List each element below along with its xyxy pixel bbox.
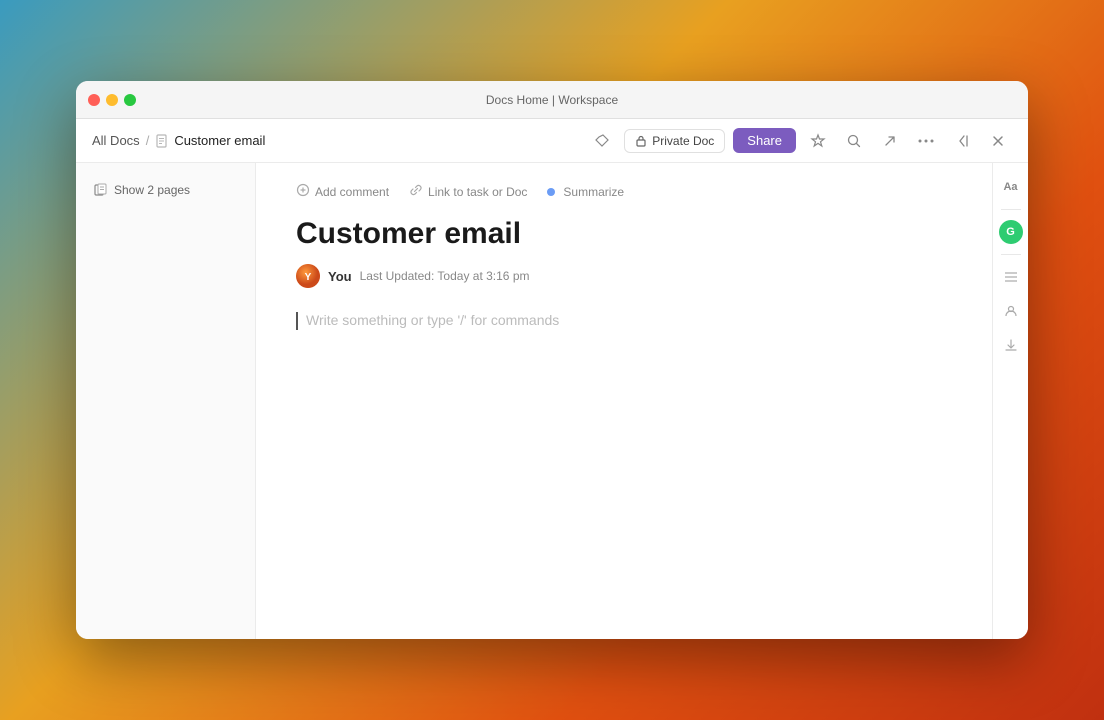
- editor-wrapper: Add comment Link to task or Doc: [256, 163, 992, 639]
- comment-icon: [296, 183, 310, 200]
- private-doc-button[interactable]: Private Doc: [624, 129, 725, 153]
- right-sidebar: Aa G: [992, 163, 1028, 639]
- link-task-label: Link to task or Doc: [428, 185, 527, 199]
- avatar-image: Y: [296, 264, 320, 288]
- link-icon: [409, 183, 423, 200]
- sidebar-divider-2: [1001, 254, 1021, 255]
- private-doc-label: Private Doc: [652, 134, 714, 148]
- format-button[interactable]: Aa: [997, 173, 1025, 201]
- more-button[interactable]: [912, 127, 940, 155]
- doc-icon: [155, 134, 169, 148]
- indent-button[interactable]: [997, 263, 1025, 291]
- avatar: Y: [296, 264, 320, 288]
- toolbar: All Docs / Customer email: [76, 119, 1028, 163]
- share-button[interactable]: Share: [733, 128, 796, 153]
- search-button[interactable]: [840, 127, 868, 155]
- close-window-button[interactable]: [984, 127, 1012, 155]
- action-bar: Add comment Link to task or Doc: [296, 183, 952, 200]
- close-button[interactable]: [88, 94, 100, 106]
- add-comment-label: Add comment: [315, 185, 389, 199]
- editor-cursor: [296, 312, 298, 330]
- summarize-button[interactable]: Summarize: [547, 185, 624, 199]
- toolbar-actions: Private Doc Share: [588, 127, 1012, 155]
- pages-icon: [94, 183, 108, 197]
- indent-icon: [1004, 270, 1018, 284]
- lock-icon: [635, 135, 647, 147]
- people-icon: [1004, 304, 1018, 318]
- content-area: Add comment Link to task or Doc: [256, 163, 1028, 639]
- breadcrumb-current-label: Customer email: [174, 133, 265, 148]
- star-button[interactable]: [804, 127, 832, 155]
- show-pages-button[interactable]: Show 2 pages: [88, 179, 243, 201]
- presence-label: G: [1006, 226, 1015, 238]
- svg-text:Y: Y: [305, 272, 312, 283]
- summarize-label: Summarize: [563, 185, 624, 199]
- collaborators-button[interactable]: [997, 297, 1025, 325]
- pin-button[interactable]: [588, 127, 616, 155]
- breadcrumb-separator: /: [146, 133, 150, 148]
- show-pages-label: Show 2 pages: [114, 183, 190, 197]
- breadcrumb: All Docs / Customer email: [92, 133, 265, 148]
- collapse-button[interactable]: [948, 127, 976, 155]
- app-window: Docs Home | Workspace All Docs / Custome…: [76, 81, 1028, 639]
- titlebar: Docs Home | Workspace: [76, 81, 1028, 119]
- main-layout: Show 2 pages Add comme: [76, 163, 1028, 639]
- traffic-lights: [76, 94, 136, 106]
- format-icon: Aa: [1003, 181, 1017, 193]
- editor-placeholder-text: Write something or type '/' for commands: [306, 312, 559, 328]
- minimize-button[interactable]: [106, 94, 118, 106]
- breadcrumb-current: Customer email: [155, 133, 265, 148]
- maximize-button[interactable]: [124, 94, 136, 106]
- download-button[interactable]: [997, 331, 1025, 359]
- presence-indicator: G: [999, 220, 1023, 244]
- breadcrumb-all-docs[interactable]: All Docs: [92, 133, 140, 148]
- add-comment-button[interactable]: Add comment: [296, 183, 389, 200]
- editor-content[interactable]: Write something or type '/' for commands: [296, 312, 952, 330]
- link-task-button[interactable]: Link to task or Doc: [409, 183, 527, 200]
- last-updated: Last Updated: Today at 3:16 pm: [360, 269, 530, 283]
- doc-title[interactable]: Customer email: [296, 216, 952, 252]
- author-row: Y You Last Updated: Today at 3:16 pm: [296, 264, 952, 288]
- sidebar: Show 2 pages: [76, 163, 256, 639]
- export-button[interactable]: [876, 127, 904, 155]
- window-title: Docs Home | Workspace: [486, 93, 618, 107]
- author-name: You: [328, 269, 352, 284]
- sidebar-divider-1: [1001, 209, 1021, 210]
- summarize-dot-icon: [547, 188, 555, 196]
- download-icon: [1004, 338, 1018, 352]
